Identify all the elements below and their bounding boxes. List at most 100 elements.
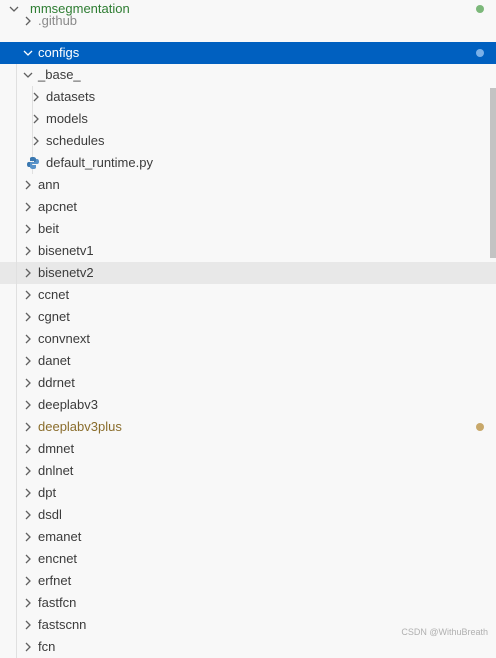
item-label: convnext — [38, 331, 91, 346]
folder-item[interactable]: apcnet — [0, 196, 496, 218]
folder-item[interactable]: bisenetv1 — [0, 240, 496, 262]
chevron-right-icon[interactable] — [22, 377, 34, 389]
chevron-down-icon[interactable] — [22, 47, 34, 59]
folder-item[interactable]: ann — [0, 174, 496, 196]
item-label: apcnet — [38, 199, 78, 214]
item-label: bisenetv2 — [38, 265, 94, 280]
chevron-right-icon[interactable] — [22, 15, 34, 27]
folder-item[interactable]: dsdl — [0, 504, 496, 526]
item-label: beit — [38, 221, 59, 236]
item-label: dnlnet — [38, 463, 74, 478]
folder-item[interactable]: erfnet — [0, 570, 496, 592]
watermark: CSDN @WithuBreath — [401, 627, 488, 637]
scrollbar-thumb[interactable] — [490, 88, 496, 258]
item-label: _base_ — [38, 67, 81, 82]
item-label: erfnet — [38, 573, 72, 588]
chevron-right-icon[interactable] — [22, 487, 34, 499]
chevron-right-icon[interactable] — [22, 465, 34, 477]
folder-item[interactable]: dnlnet — [0, 460, 496, 482]
item-label: fastfcn — [38, 595, 77, 610]
folder-item[interactable]: datasets — [0, 86, 496, 108]
item-label: schedules — [46, 133, 105, 148]
item-label: emanet — [38, 529, 82, 544]
folder-item[interactable]: _base_ — [0, 64, 496, 86]
chevron-right-icon[interactable] — [22, 553, 34, 565]
chevron-right-icon[interactable] — [22, 333, 34, 345]
chevron-right-icon[interactable] — [30, 113, 42, 125]
indent-guide — [16, 526, 17, 548]
folder-item[interactable]: beit — [0, 218, 496, 240]
chevron-right-icon[interactable] — [22, 597, 34, 609]
indent-guide — [16, 64, 17, 86]
folder-item[interactable]: cgnet — [0, 306, 496, 328]
chevron-right-icon[interactable] — [22, 531, 34, 543]
item-label: fastscnn — [38, 617, 87, 632]
item-label: ddrnet — [38, 375, 75, 390]
folder-item[interactable]: encnet — [0, 548, 496, 570]
chevron-down-icon[interactable] — [22, 69, 34, 81]
chevron-right-icon[interactable] — [22, 509, 34, 521]
chevron-right-icon[interactable] — [22, 443, 34, 455]
item-label: bisenetv1 — [38, 243, 94, 258]
folder-item[interactable]: emanet — [0, 526, 496, 548]
folder-item[interactable]: ccnet — [0, 284, 496, 306]
indent-guide — [16, 152, 17, 174]
git-status-dot-icon — [476, 423, 484, 431]
item-label: default_runtime.py — [46, 155, 153, 170]
indent-guide — [16, 438, 17, 460]
chevron-right-icon[interactable] — [30, 135, 42, 147]
indent-guide — [16, 592, 17, 614]
item-label: deeplabv3 — [38, 397, 98, 412]
chevron-right-icon[interactable] — [22, 421, 34, 433]
chevron-right-icon[interactable] — [22, 201, 34, 213]
chevron-right-icon[interactable] — [22, 179, 34, 191]
git-status-dot-icon — [476, 49, 484, 57]
chevron-right-icon[interactable] — [22, 289, 34, 301]
item-label: dpt — [38, 485, 57, 500]
indent-guide — [16, 504, 17, 526]
indent-guide — [16, 306, 17, 328]
folder-item[interactable]: convnext — [0, 328, 496, 350]
folder-item[interactable]: bisenetv2 — [0, 262, 496, 284]
indent-guide — [16, 218, 17, 240]
folder-item[interactable]: .github — [0, 10, 496, 32]
item-label: deeplabv3plus — [38, 419, 122, 434]
folder-item[interactable]: ddrnet — [0, 372, 496, 394]
folder-item[interactable]: models — [0, 108, 496, 130]
folder-item[interactable]: fastfcn — [0, 592, 496, 614]
python-icon — [26, 156, 39, 169]
indent-guide — [16, 416, 17, 438]
indent-guide — [16, 636, 17, 658]
indent-guide — [16, 460, 17, 482]
folder-item[interactable]: dpt — [0, 482, 496, 504]
indent-guide — [16, 262, 17, 284]
item-label: models — [46, 111, 88, 126]
folder-item[interactable]: deeplabv3 — [0, 394, 496, 416]
chevron-right-icon[interactable] — [22, 223, 34, 235]
indent-guide — [16, 482, 17, 504]
chevron-right-icon[interactable] — [30, 91, 42, 103]
folder-item[interactable]: configs — [0, 42, 496, 64]
item-label: dmnet — [38, 441, 75, 456]
chevron-right-icon[interactable] — [22, 267, 34, 279]
item-label: cgnet — [38, 309, 70, 324]
chevron-right-icon[interactable] — [22, 399, 34, 411]
folder-item[interactable]: dmnet — [0, 438, 496, 460]
folder-item[interactable]: danet — [0, 350, 496, 372]
chevron-right-icon[interactable] — [22, 355, 34, 367]
folder-item[interactable]: deeplabv3plus — [0, 416, 496, 438]
folder-item[interactable]: schedules — [0, 130, 496, 152]
indent-guide — [16, 394, 17, 416]
item-label: ann — [38, 177, 60, 192]
file-item[interactable]: default_runtime.py — [0, 152, 496, 174]
chevron-right-icon[interactable] — [22, 619, 34, 631]
indent-guide — [16, 86, 17, 108]
chevron-right-icon[interactable] — [22, 575, 34, 587]
item-label: configs — [38, 45, 80, 60]
indent-guide — [16, 372, 17, 394]
item-label: datasets — [46, 89, 96, 104]
chevron-right-icon[interactable] — [22, 245, 34, 257]
folder-item[interactable]: fcn — [0, 636, 496, 658]
chevron-right-icon[interactable] — [22, 311, 34, 323]
indent-guide — [16, 548, 17, 570]
